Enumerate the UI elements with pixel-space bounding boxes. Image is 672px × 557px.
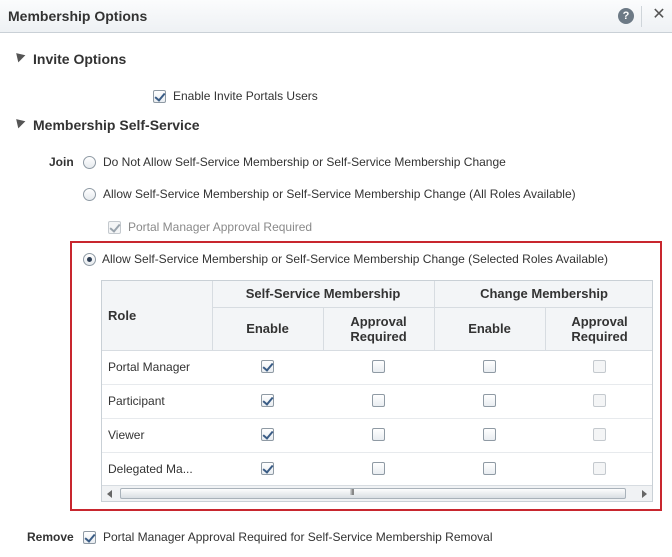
remove-label: Remove [27,530,74,544]
cm-approval-checkbox [593,394,606,407]
role-cell: Participant [102,384,212,419]
role-cell: Portal Manager [102,350,212,385]
invite-collapse-icon[interactable] [12,49,26,63]
change-membership-header: Change Membership [434,281,652,308]
cm-approval-header-line2: Required [571,328,628,344]
role-cell: Delegated Ma... [102,452,212,487]
join-label: Join [49,155,74,169]
ss-approval-checkbox[interactable] [372,394,385,407]
portal-manager-approval-checkbox [108,221,121,234]
ss-approval-checkbox[interactable] [372,428,385,441]
dialog-title: Membership Options [8,8,148,24]
self-service-membership-header: Self-Service Membership [212,281,435,308]
remove-approval-label[interactable]: Portal Manager Approval Required for Sel… [103,530,493,544]
cm-enable-checkbox[interactable] [483,462,496,475]
join-option-selected-roles-label[interactable]: Allow Self-Service Membership or Self-Se… [102,252,608,266]
enable-invite-label[interactable]: Enable Invite Portals Users [173,89,318,103]
join-option-selected-roles-radio[interactable] [83,253,96,266]
cm-enable-header[interactable]: Enable [434,307,546,351]
role-column-header[interactable]: Role [102,281,213,351]
ss-enable-checkbox[interactable] [261,394,274,407]
ss-enable-checkbox[interactable] [261,462,274,475]
cm-approval-checkbox [593,462,606,475]
cm-enable-checkbox[interactable] [483,360,496,373]
join-option-all-roles-label[interactable]: Allow Self-Service Membership or Self-Se… [103,187,576,201]
table-row: Portal Manager [102,350,652,385]
scrollbar-grip: III [350,488,355,497]
close-icon[interactable]: ✕ [651,6,667,24]
cm-approval-header[interactable]: Approval Required [545,307,652,351]
ss-approval-checkbox[interactable] [372,462,385,475]
join-option-none-radio[interactable] [83,156,96,169]
titlebar-divider [641,6,642,27]
selfservice-collapse-icon[interactable] [12,115,26,129]
ss-enable-header[interactable]: Enable [212,307,324,351]
cm-enable-checkbox[interactable] [483,428,496,441]
table-row: Delegated Ma... [102,452,652,487]
cm-approval-checkbox [593,428,606,441]
role-cell: Viewer [102,418,212,453]
ss-enable-checkbox[interactable] [261,428,274,441]
ss-approval-header[interactable]: Approval Required [323,307,435,351]
cm-approval-header-line1: Approval [571,313,628,329]
scrollbar-thumb[interactable] [120,488,626,499]
ss-approval-header-line1: Approval [350,313,407,329]
table-row: Viewer [102,418,652,453]
ss-approval-header-line2: Required [350,328,407,344]
invite-options-header[interactable]: Invite Options [33,51,126,67]
selfservice-header[interactable]: Membership Self-Service [33,117,200,133]
remove-approval-checkbox[interactable] [83,531,96,544]
join-option-none-label[interactable]: Do Not Allow Self-Service Membership or … [103,155,506,169]
ss-approval-checkbox[interactable] [372,360,385,373]
roles-table: Role Self-Service Membership Change Memb… [101,280,653,502]
horizontal-scrollbar[interactable]: III [102,485,652,501]
cm-enable-checkbox[interactable] [483,394,496,407]
portal-manager-approval-label: Portal Manager Approval Required [128,220,313,234]
join-option-all-roles-radio[interactable] [83,188,96,201]
dialog-titlebar: Membership Options ? ✕ [0,0,672,33]
scroll-right-icon[interactable] [642,490,647,498]
cm-approval-checkbox [593,360,606,373]
table-row: Participant [102,384,652,419]
help-icon[interactable]: ? [618,8,634,24]
enable-invite-checkbox[interactable] [153,90,166,103]
scroll-left-icon[interactable] [107,490,112,498]
ss-enable-checkbox[interactable] [261,360,274,373]
